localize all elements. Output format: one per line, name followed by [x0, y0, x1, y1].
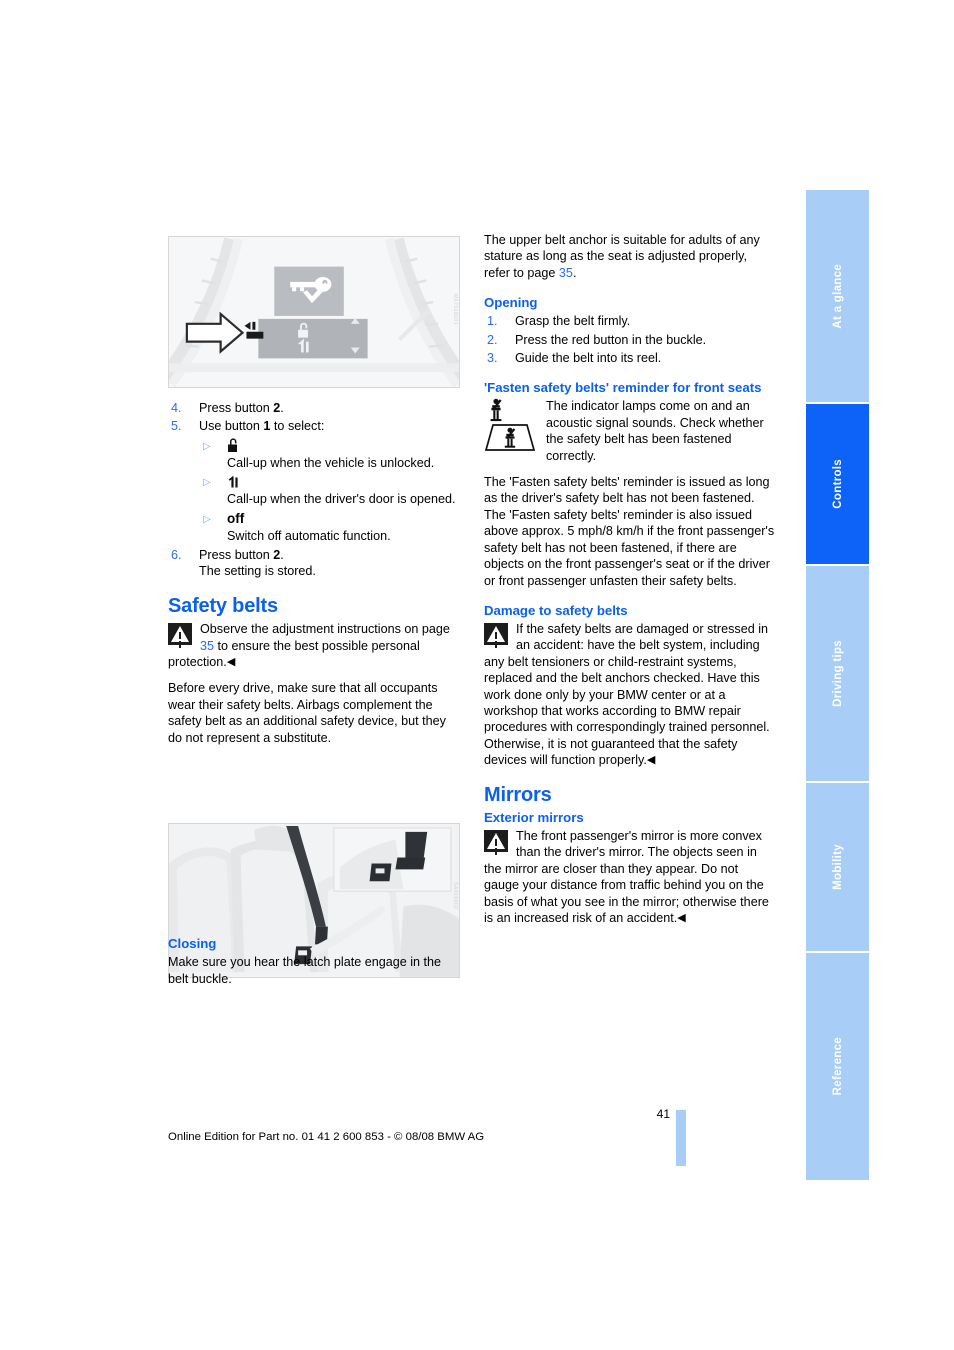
triangle-bullet-icon: ▷: [203, 477, 211, 489]
figure-watermark: M67018001: [452, 294, 458, 326]
step-number: 5.: [171, 419, 182, 434]
step-number: 6.: [171, 548, 182, 563]
right-column: The upper belt anchor is suitable for ad…: [484, 232, 776, 936]
end-of-note-mark: ◀: [226, 656, 236, 669]
triangle-bullet-icon: ▷: [203, 513, 211, 525]
tab-driving-tips[interactable]: Driving tips: [806, 566, 869, 781]
substep-text: Switch off automatic function.: [227, 528, 391, 543]
opening-steps: 1. Grasp the belt firmly. 2. Press the r…: [484, 313, 776, 366]
warning-triangle-icon: [484, 829, 508, 852]
step-text: Grasp the belt firmly.: [515, 314, 631, 329]
page-title-mirrors: Mirrors: [484, 783, 552, 806]
unlocked-padlock-icon: [227, 438, 460, 455]
warning-triangle-icon: [168, 623, 192, 646]
warning-triangle-icon: [484, 622, 508, 645]
manual-page: At a glance Controls Driving tips Mobili…: [0, 0, 954, 1350]
substep-unlocked: ▷ Call-up when the vehicle is unlocked.: [199, 438, 460, 471]
end-of-note-mark: ◀: [677, 912, 686, 924]
page-reference[interactable]: 35: [200, 639, 214, 653]
page-number-bar: [676, 1110, 686, 1166]
subheading-exterior-mirrors: Exterior mirrors: [484, 809, 584, 825]
substep-text: Call-up when the driver's door is opened…: [227, 492, 456, 507]
subheading-opening: Opening: [484, 295, 538, 311]
cluster-illustration: [169, 237, 459, 387]
step-number: 3.: [487, 351, 498, 366]
seat-belt-reminder-trapezoid-icon: [484, 424, 536, 452]
step-number: 1.: [487, 314, 498, 329]
substep-door-open: ▷ Call-up when the driver's door is open…: [199, 474, 460, 507]
page-reference[interactable]: 35: [559, 266, 573, 280]
step-3: 3. Guide the belt into its reel.: [484, 350, 776, 366]
tab-label: At a glance: [831, 263, 844, 329]
reminder-indicator-note: The indicator lamps come on and an acous…: [484, 398, 776, 464]
unlocked-padlock-glyph: [228, 438, 237, 452]
warning-note-adjustment: Observe the adjustment instructions on p…: [168, 621, 460, 670]
subheading-damage: Damage to safety belts: [484, 602, 628, 618]
instrument-cluster-display-figure: M67018001: [168, 236, 460, 388]
substep-text: Call-up when the vehicle is unlocked.: [227, 455, 435, 470]
seat-belt-reminder-icon: [490, 399, 502, 422]
tab-at-a-glance[interactable]: At a glance: [806, 190, 869, 402]
subheading-closing: Closing: [168, 936, 217, 952]
page-title-safety-belts: Safety belts: [168, 594, 278, 617]
section-tab-rail: At a glance Controls Driving tips Mobili…: [806, 190, 869, 1180]
step-text: Guide the belt into its reel.: [515, 351, 662, 366]
body-paragraph-closing: Make sure you hear the latch plate engag…: [168, 955, 442, 986]
tab-mobility[interactable]: Mobility: [806, 783, 869, 951]
left-column: 4. Press button 2. 5. Use button 1 to se…: [168, 400, 460, 997]
step-6: 6. Press button 2. The setting is stored.: [168, 547, 460, 580]
step-5: 5. Use button 1 to select: ▷ Call-up whe…: [168, 418, 460, 544]
substep-off: ▷ off Switch off automatic function.: [199, 511, 460, 544]
step-number: 4.: [171, 401, 182, 415]
warning-note-exterior-mirrors: The front passenger's mirror is more con…: [484, 828, 776, 926]
numbered-steps-continued: 4. Press button 2. 5. Use button 1 to se…: [168, 400, 460, 580]
body-paragraph-belt-anchor: The upper belt anchor is suitable for ad…: [484, 233, 760, 280]
off-label: off: [227, 510, 245, 526]
body-paragraph-occupants: Before every drive, make sure that all o…: [168, 681, 446, 745]
warning-note-damage-text: If the safety belts are damaged or stres…: [484, 621, 770, 768]
step-number: 2.: [487, 332, 498, 347]
step-1: 1. Grasp the belt firmly.: [484, 313, 776, 329]
tab-label: Reference: [831, 1037, 844, 1096]
tab-reference[interactable]: Reference: [806, 953, 869, 1180]
subheading-fasten-reminder: 'Fasten safety belts' reminder for front…: [484, 380, 762, 396]
step-text: Press button 2. The setting is stored.: [199, 548, 316, 579]
triangle-bullet-icon: ▷: [203, 440, 211, 452]
warning-note-exterior-text: The front passenger's mirror is more con…: [484, 828, 769, 925]
open-door-icon: [227, 474, 460, 491]
tab-label: Driving tips: [831, 640, 844, 707]
step-text: Press the red button in the buckle.: [515, 332, 707, 347]
seat-belt-reminder-icons: [484, 398, 538, 452]
footer-imprint: Online Edition for Part no. 01 41 2 600 …: [168, 1131, 485, 1143]
tab-label: Controls: [831, 459, 844, 509]
page-number: 41: [656, 1107, 670, 1121]
warning-note-text: Observe the adjustment instructions on p…: [168, 622, 450, 670]
tab-controls[interactable]: Controls: [806, 404, 869, 564]
step-2: 2. Press the red button in the buckle.: [484, 332, 776, 348]
step-4: 4. Press button 2.: [168, 400, 460, 416]
end-of-note-mark: ◀: [646, 754, 656, 767]
step-text: Press button 2.: [199, 401, 284, 415]
step-text: Use button 1 to select:: [199, 419, 325, 434]
tab-label: Mobility: [831, 844, 844, 890]
figure-spacer: [168, 756, 460, 922]
open-door-glyph: [228, 475, 238, 488]
warning-note-damage: If the safety belts are damaged or stres…: [484, 621, 776, 769]
body-paragraph-reminder-details: The 'Fasten safety belts' reminder is is…: [484, 475, 775, 588]
